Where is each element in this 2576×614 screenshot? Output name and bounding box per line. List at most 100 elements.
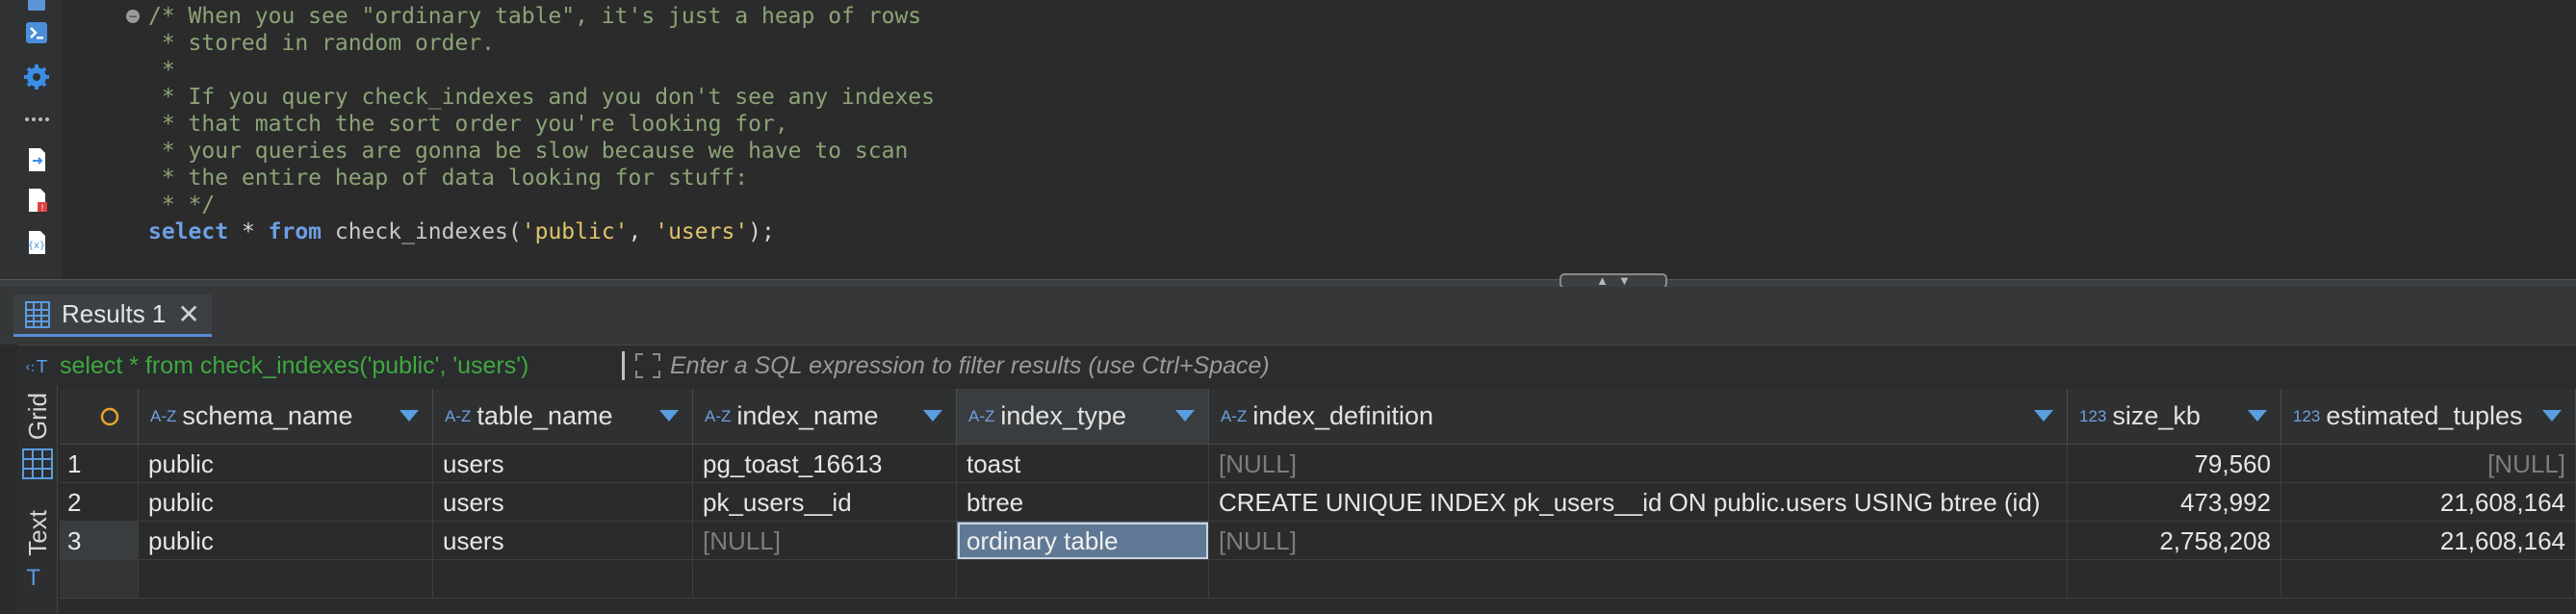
column-header-label: index_type [1000,401,1126,430]
result-filter-bar: ‹: T select * from check_indexes('public… [17,345,2576,385]
comment-line: * If you query check_indexes and you don… [148,85,935,110]
sql-statement-line: select * from check_indexes('public', 'u… [148,218,775,245]
column-menu-arrow-icon[interactable] [923,410,942,422]
filter-query-label[interactable]: ‹: T select * from check_indexes('public… [25,345,528,386]
settings-gear-icon[interactable] [21,62,52,92]
cell-index-type[interactable]: toast [957,445,1209,483]
comment-line: * the entire heap of data looking for st… [148,166,749,191]
column-header-label: index_name [736,401,879,430]
view-mode-switcher: Grid Text T [17,385,58,614]
column-header-table-name[interactable]: A-Z table_name [433,389,693,445]
row-number[interactable]: 2 [60,483,139,522]
table-row[interactable]: 2 public users pk_users__id btree CREATE… [60,483,2576,522]
empty-cell [60,560,139,599]
row-number[interactable]: 1 [60,445,139,483]
column-header-size-kb[interactable]: 123 size_kb [2068,389,2281,445]
filter-query-text: select * from check_indexes('public', 'u… [60,351,529,379]
cell-table-name[interactable]: users [433,445,693,483]
empty-cell [139,560,433,599]
cell-index-definition[interactable]: CREATE UNIQUE INDEX pk_users__id ON publ… [1209,483,2068,522]
comment-line: * stored in random order. [148,31,496,56]
more-dots-icon[interactable] [21,104,52,135]
column-header-label: index_definition [1252,401,1434,430]
text-view-label: Text [22,510,52,556]
column-header-label: estimated_tuples [2326,401,2523,430]
column-header-estimated-tuples[interactable]: 123 estimated_tuples [2281,389,2576,445]
cell-estimated-tuples[interactable]: 21,608,164 [2281,522,2576,560]
cell-table-name[interactable]: users [433,483,693,522]
sql-keyword-from: from [268,219,322,244]
sql-string-arg: 'public' [521,219,629,244]
filter-divider [622,351,625,380]
variables-icon[interactable]: {x} [21,227,52,258]
svg-text:T: T [36,357,48,377]
column-header-index-name[interactable]: A-Z index_name [693,389,957,445]
column-menu-arrow-icon[interactable] [659,410,679,422]
cell-schema-name[interactable]: public [139,483,433,522]
grid-table-icon [25,300,50,328]
expand-filter-icon[interactable] [633,351,662,380]
fold-collapse-icon[interactable]: − [126,10,140,23]
toolbar-top-icon[interactable] [21,0,52,17]
sql-editor[interactable]: − /* When you see "ordinary table", it's… [62,0,2576,279]
chevron-down-icon: ▼ [1618,273,1631,288]
column-menu-arrow-icon[interactable] [1175,410,1195,422]
cell-index-definition[interactable]: [NULL] [1209,445,2068,483]
column-menu-arrow-icon[interactable] [2542,410,2562,422]
panel-splitter[interactable] [0,279,2576,287]
empty-cell [957,560,1209,599]
cell-index-definition[interactable]: [NULL] [1209,522,2068,560]
results-grid[interactable]: A-Z schema_name A-Z table_name A-Z index… [60,389,2576,614]
number-type-icon: 123 [2293,406,2321,425]
table-row[interactable]: 3 public users [NULL] ordinary table [NU… [60,522,2576,560]
selected-cell-index-type[interactable]: ordinary table [957,522,1209,560]
editor-side-toolbar: ! {x} [0,0,62,279]
comment-line: * that match the sort order you're looki… [148,112,788,137]
sql-star: * [228,219,269,244]
cell-table-name[interactable]: users [433,522,693,560]
close-tab-icon[interactable]: ✕ [177,298,199,330]
column-header-label: table_name [477,401,613,430]
empty-cell [2068,560,2281,599]
column-header-index-definition[interactable]: A-Z index_definition [1209,389,2068,445]
row-number-header[interactable] [60,389,139,445]
export-document-icon[interactable] [21,144,52,175]
comment-line: * [148,58,175,83]
cell-schema-name[interactable]: public [139,522,433,560]
tab-grid-view[interactable]: Grid [17,393,58,480]
cell-index-name[interactable]: pg_toast_16613 [693,445,957,483]
cell-size-kb[interactable]: 473,992 [2068,483,2281,522]
svg-text:{x}: {x} [28,241,45,251]
column-menu-arrow-icon[interactable] [2248,410,2267,422]
sql-function-call: check_indexes( [322,219,522,244]
cell-index-name[interactable]: pk_users__id [693,483,957,522]
cell-estimated-tuples[interactable]: [NULL] [2281,445,2576,483]
column-menu-arrow-icon[interactable] [2034,410,2053,422]
select-all-icon [100,407,119,425]
column-header-schema-name[interactable]: A-Z schema_name [139,389,433,445]
tab-text-view[interactable]: Text T [17,510,58,591]
empty-cell [693,560,957,599]
document-error-icon[interactable]: ! [21,185,52,216]
cell-index-name[interactable]: [NULL] [693,522,957,560]
sql-keyword-select: select [148,219,229,244]
row-number[interactable]: 3 [60,522,139,560]
tab-results-1[interactable]: Results 1 ✕ [13,294,212,337]
empty-cell [1209,560,2068,599]
terminal-icon[interactable] [21,17,52,48]
table-row[interactable]: 1 public users pg_toast_16613 toast [NUL… [60,445,2576,483]
cell-size-kb[interactable]: 2,758,208 [2068,522,2281,560]
cell-estimated-tuples[interactable]: 21,608,164 [2281,483,2576,522]
column-header-index-type[interactable]: A-Z index_type [957,389,1209,445]
cell-schema-name[interactable]: public [139,445,433,483]
filter-expression-input[interactable] [670,349,2499,382]
text-type-icon: A-Z [445,406,472,425]
text-type-icon: A-Z [705,406,732,425]
cell-index-type[interactable]: btree [957,483,1209,522]
cell-size-kb[interactable]: 79,560 [2068,445,2281,483]
column-menu-arrow-icon[interactable] [399,410,419,422]
grid-view-icon [22,448,53,480]
sql-comma: , [628,219,656,244]
text-type-icon: A-Z [968,406,995,425]
sql-text-icon: ‹: T [25,357,48,377]
